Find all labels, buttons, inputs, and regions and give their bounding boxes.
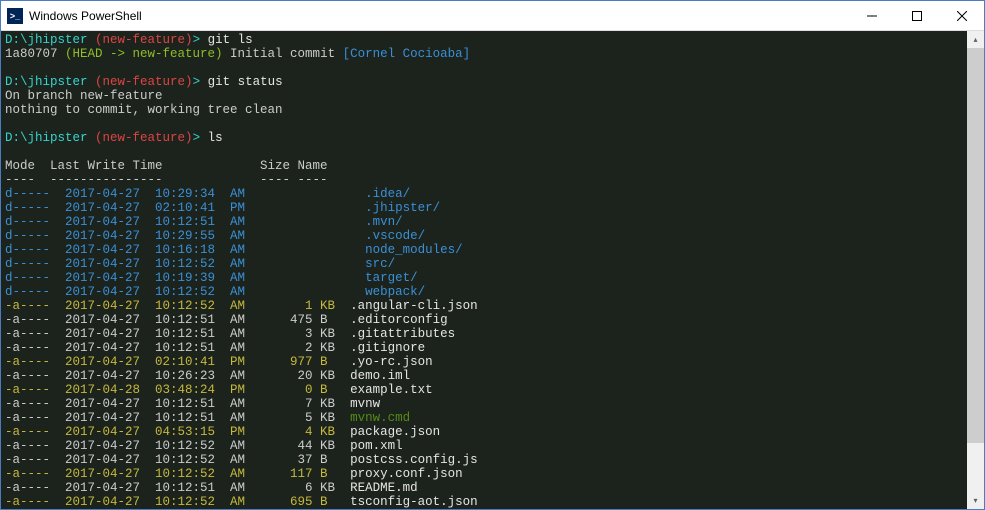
close-button[interactable] [939,1,984,30]
powershell-icon: >_ [7,8,23,24]
scroll-up-arrow[interactable]: ▴ [967,31,984,48]
window-controls [849,1,984,30]
powershell-window: >_ Windows PowerShell D:\jhipster (new-f… [0,0,985,510]
terminal-area: D:\jhipster (new-feature)> git ls 1a8070… [1,31,984,509]
maximize-button[interactable] [894,1,939,30]
scroll-thumb[interactable] [967,48,984,443]
title-bar[interactable]: >_ Windows PowerShell [1,1,984,31]
window-title: Windows PowerShell [29,9,849,23]
terminal-output[interactable]: D:\jhipster (new-feature)> git ls 1a8070… [1,31,967,509]
scroll-down-arrow[interactable]: ▾ [967,492,984,509]
minimize-button[interactable] [849,1,894,30]
vertical-scrollbar[interactable]: ▴ ▾ [967,31,984,509]
